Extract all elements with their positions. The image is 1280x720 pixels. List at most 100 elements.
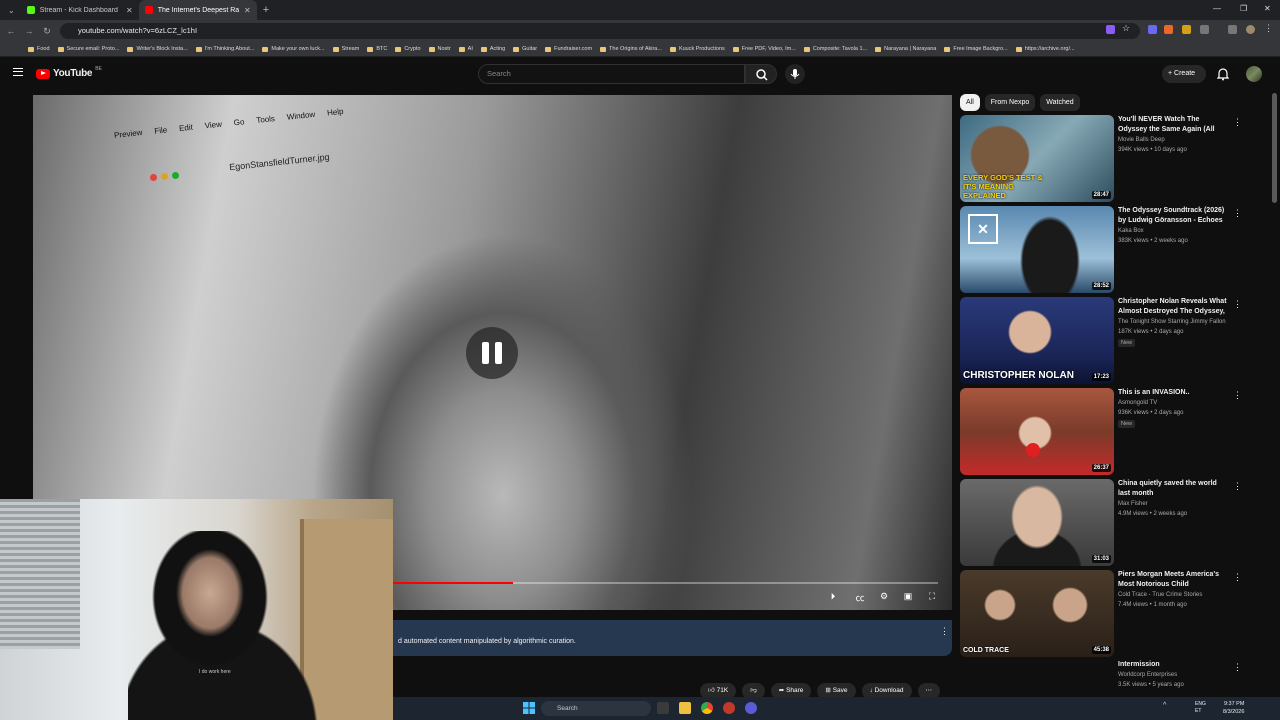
channel-name[interactable]: Kaka Box — [1118, 228, 1238, 234]
video-thumbnail[interactable]: ✕ 28:52 — [960, 206, 1114, 293]
video-menu-icon[interactable]: ⋮ — [1233, 208, 1242, 219]
hamburger-menu-icon[interactable] — [13, 68, 23, 76]
bookmark-item[interactable]: Writer's Block Insta... — [127, 46, 188, 52]
file-explorer-icon[interactable] — [679, 702, 691, 714]
search-input[interactable]: Search — [478, 64, 745, 84]
voice-search-button[interactable] — [785, 64, 805, 84]
recommended-video[interactable]: ✕ 28:52 The Odyssey Soundtrack (2026) by… — [960, 206, 1260, 294]
bookmark-item[interactable]: Crypto — [395, 46, 421, 52]
create-button[interactable]: + Create — [1162, 65, 1206, 83]
video-title[interactable]: Christopher Nolan Reveals What Almost De… — [1118, 297, 1230, 317]
side-panel-icon[interactable] — [1228, 25, 1237, 34]
language-indicator[interactable]: ENG ET — [1195, 701, 1206, 715]
progress-bar[interactable] — [393, 582, 938, 584]
recommended-video[interactable]: CHRISTOPHER NOLAN 17:23 Christopher Nola… — [960, 297, 1260, 385]
bookmark-item[interactable]: Stream — [332, 46, 359, 52]
forward-icon[interactable]: → — [22, 26, 36, 36]
autoplay-toggle-icon[interactable]: ⏵ — [826, 591, 840, 603]
tab-youtube-video[interactable]: The Internet's Deepest Rabb... ✕ — [138, 0, 257, 20]
settings-gear-icon[interactable]: ⚙ — [877, 591, 891, 603]
miniplayer-icon[interactable]: ▣ — [901, 591, 915, 603]
bookmark-item[interactable]: Fundraiser.com — [545, 46, 592, 52]
obs-icon[interactable] — [745, 702, 757, 714]
video-menu-icon[interactable]: ⋮ — [1233, 117, 1242, 128]
chip-watched[interactable]: Watched — [1040, 94, 1080, 111]
bookmark-item[interactable]: Narayana | Narayana — [875, 46, 936, 52]
video-title[interactable]: The Odyssey Soundtrack (2026) by Ludwig … — [1118, 206, 1230, 226]
bookmark-item[interactable]: Kuuck Productions — [669, 46, 725, 52]
tab-search-icon[interactable]: ⌄ — [8, 6, 15, 15]
video-title[interactable]: This is an INVASION.. — [1118, 388, 1230, 398]
address-bar[interactable]: youtube.com/watch?v=6zLCZ_lc1hI — [60, 23, 1140, 39]
channel-name[interactable]: Cold Trace - True Crime Stories — [1118, 592, 1238, 598]
chip-all[interactable]: All — [960, 94, 980, 111]
profile-icon[interactable] — [1246, 25, 1255, 34]
windows-start-icon[interactable] — [523, 702, 535, 714]
bookmark-item[interactable]: Food — [28, 46, 50, 52]
bookmark-item[interactable]: Secure email: Proto... — [57, 46, 119, 52]
video-title[interactable]: China quietly saved the world last month — [1118, 479, 1230, 499]
video-thumbnail[interactable]: 26:37 — [960, 388, 1114, 475]
app-icon[interactable] — [723, 702, 735, 714]
close-window-icon[interactable]: ✕ — [1264, 4, 1271, 13]
search-button[interactable] — [745, 64, 777, 84]
recommended-video[interactable]: Intermission Worldcorp Enterprises 3.5K … — [960, 660, 1260, 694]
back-icon[interactable]: ← — [4, 26, 18, 36]
recommended-video[interactable]: 26:37 This is an INVASION.. Asmongold TV… — [960, 388, 1260, 476]
extension-icon[interactable] — [1164, 25, 1173, 34]
clock[interactable]: 9:37 PM 8/3/2026 — [1223, 700, 1244, 716]
close-tab-icon[interactable]: ✕ — [244, 6, 251, 15]
video-menu-icon[interactable]: ⋮ — [1233, 299, 1242, 310]
recommended-video[interactable]: 31:03 China quietly saved the world last… — [960, 479, 1260, 567]
task-view-icon[interactable] — [657, 702, 669, 714]
video-menu-icon[interactable]: ⋮ — [1233, 572, 1242, 583]
taskbar-search[interactable]: Search — [541, 701, 651, 716]
minimize-icon[interactable]: — — [1213, 4, 1221, 13]
recommended-video[interactable]: EVERY GOD'S TEST & IT'S MEANING EXPLAINE… — [960, 115, 1260, 203]
bookmark-item[interactable]: Composite: Tavola 1... — [803, 46, 867, 52]
bookmark-item[interactable]: I'm Thinking About... — [195, 46, 254, 52]
video-menu-icon[interactable]: ⋮ — [1233, 390, 1242, 401]
notifications-bell-icon[interactable] — [1217, 67, 1229, 81]
channel-name[interactable]: Asmongold TV — [1118, 400, 1238, 406]
bookmark-item[interactable]: The Origins of Akira... — [600, 46, 662, 52]
channel-name[interactable]: The Tonight Show Starring Jimmy Fallon — [1118, 319, 1238, 325]
pause-button[interactable] — [466, 327, 518, 379]
channel-name[interactable]: Worldcorp Enterprises — [1118, 672, 1238, 678]
reload-icon[interactable]: ↻ — [40, 26, 54, 37]
description-bar[interactable]: d automated content manipulated by algor… — [393, 620, 952, 656]
bookmark-item[interactable]: Make your own luck... — [262, 46, 325, 52]
captions-icon[interactable]: ㏄ — [853, 591, 867, 603]
youtube-logo[interactable]: YouTube BE — [36, 66, 102, 79]
new-tab-icon[interactable]: + — [263, 4, 269, 16]
bookmark-item[interactable]: Nostr — [428, 46, 451, 52]
bookmark-item[interactable]: Free PDF, Video, Im... — [732, 46, 796, 52]
tray-overflow-icon[interactable]: ^ — [1163, 702, 1175, 714]
video-menu-icon[interactable]: ⋮ — [1233, 662, 1242, 673]
page-scrollbar[interactable] — [1272, 93, 1277, 203]
tab-kick-dashboard[interactable]: Stream - Kick Dashboard ✕ — [21, 0, 139, 20]
channel-name[interactable]: Max Fisher — [1118, 501, 1238, 507]
chrome-icon[interactable] — [701, 702, 713, 714]
maximize-icon[interactable]: ❐ — [1240, 4, 1247, 13]
video-thumbnail[interactable]: EVERY GOD'S TEST & IT'S MEANING EXPLAINE… — [960, 115, 1114, 202]
bookmark-item[interactable]: Acting — [480, 46, 505, 52]
channel-name[interactable]: Movie Balls Deep — [1118, 137, 1238, 143]
bookmark-item[interactable]: Guitar — [513, 46, 537, 52]
account-avatar[interactable] — [1246, 66, 1262, 82]
chip-from-nexpo[interactable]: From Nexpo — [984, 94, 1036, 111]
video-title[interactable]: You'll NEVER Watch The Odyssey the Same … — [1118, 115, 1230, 135]
more-options-icon[interactable]: ⋮ — [940, 626, 949, 637]
bookmark-item[interactable]: Free Image Backgro... — [944, 46, 1008, 52]
close-tab-icon[interactable]: ✕ — [126, 6, 133, 15]
extension-icon[interactable] — [1148, 25, 1157, 34]
fullscreen-icon[interactable]: ⛶ — [925, 591, 939, 603]
extension-icon[interactable] — [1106, 25, 1115, 34]
video-thumbnail[interactable]: 31:03 — [960, 479, 1114, 566]
extension-icon[interactable] — [1182, 25, 1191, 34]
bookmark-item[interactable]: https://archive.org/... — [1015, 46, 1075, 52]
video-thumbnail[interactable]: COLD TRACE 45:38 — [960, 570, 1114, 657]
video-title[interactable]: Piers Morgan Meets America's Most Notori… — [1118, 570, 1230, 590]
bookmark-star-icon[interactable]: ☆ — [1122, 23, 1131, 33]
menu-kebab-icon[interactable]: ⋮ — [1264, 23, 1273, 33]
